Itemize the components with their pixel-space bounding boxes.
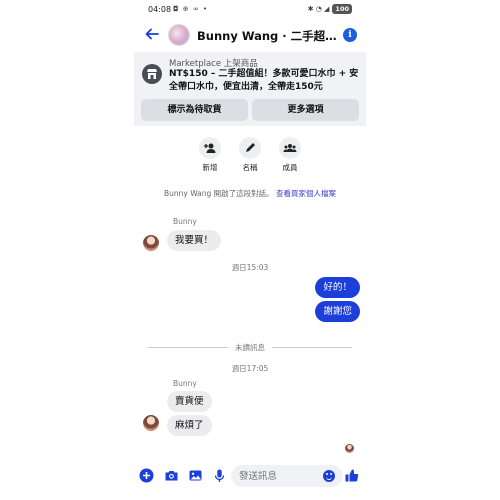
status-bar: 04:08 ◘ ⊕ ∞ • ✱ ◔ ◢ 100 — [134, 0, 366, 20]
system-icons: ✱ ◔ ◢ 100 — [308, 4, 352, 14]
members-action[interactable]: 成員 — [270, 137, 310, 173]
battery-icon: 100 — [332, 4, 352, 14]
camera-icon[interactable] — [164, 468, 179, 483]
sender-name: Bunny — [173, 379, 197, 388]
rename-action[interactable]: 名稱 — [230, 137, 270, 173]
incoming-message[interactable]: 我要買！ — [167, 230, 222, 251]
mark-pending-pickup-button[interactable]: 標示為待取貨 — [141, 99, 248, 121]
pencil-icon — [239, 137, 261, 159]
view-buyer-profile-link[interactable]: 查看買家個人檔案 — [276, 189, 336, 198]
more-options-button[interactable]: 更多選項 — [252, 99, 359, 121]
chat-avatar[interactable] — [168, 24, 190, 46]
chat-header: Bunny Wang · 二手超… i — [134, 20, 366, 50]
conversation-started-text: Bunny Wang 開啟了這段對話。 — [163, 189, 274, 198]
notification-icons: ◘ ⊕ ∞ • — [173, 5, 209, 13]
group-icon — [279, 137, 301, 159]
add-member-label: 新增 — [202, 163, 218, 172]
members-label: 成員 — [282, 163, 298, 172]
microphone-icon[interactable] — [212, 468, 227, 483]
message-composer — [134, 462, 366, 490]
conversation-started-notice: Bunny Wang 開啟了這段對話。 查看買家個人檔案 — [154, 189, 346, 200]
info-icon[interactable]: i — [343, 28, 357, 42]
add-person-icon — [199, 137, 221, 159]
unread-divider: 未讀訊息 — [148, 342, 352, 352]
status-time: 04:08 — [148, 5, 172, 14]
chat-title[interactable]: Bunny Wang · 二手超… — [197, 28, 337, 44]
incoming-message[interactable]: 麻煩了 — [167, 415, 212, 436]
plus-circle-icon[interactable] — [139, 468, 154, 483]
divider-line — [272, 347, 352, 348]
rename-label: 名稱 — [242, 163, 258, 172]
sender-name: Bunny — [173, 217, 197, 226]
outgoing-message[interactable]: 謝謝您 — [315, 301, 360, 322]
marketplace-listing-card: Marketplace 上架商品 NT$150 – 二手超值組！多款可愛口水巾 … — [134, 52, 366, 126]
sender-avatar[interactable] — [143, 235, 159, 251]
listing-description[interactable]: NT$150 – 二手超值組！多款可愛口水巾 + 安全帶口水巾，便宜出清，全帶走… — [169, 68, 359, 93]
read-receipt-avatar — [345, 444, 354, 453]
messenger-screen: 04:08 ◘ ⊕ ∞ • ✱ ◔ ◢ 100 Bunny Wang · 二手超… — [134, 0, 366, 500]
thumbs-up-icon[interactable] — [344, 468, 359, 483]
signal-icons: ✱ ◔ ◢ — [307, 5, 330, 13]
add-member-action[interactable]: 新增 — [190, 137, 230, 173]
sender-avatar[interactable] — [143, 415, 159, 431]
timestamp: 週日17:05 — [231, 364, 269, 373]
timestamp: 週日15:03 — [231, 263, 269, 272]
outgoing-message[interactable]: 好的！ — [315, 277, 360, 298]
gallery-icon[interactable] — [188, 468, 203, 483]
back-arrow-icon[interactable] — [144, 26, 160, 42]
marketplace-store-icon — [142, 64, 162, 84]
incoming-message[interactable]: 賣貨便 — [167, 391, 212, 412]
emoji-icon[interactable] — [323, 470, 335, 482]
